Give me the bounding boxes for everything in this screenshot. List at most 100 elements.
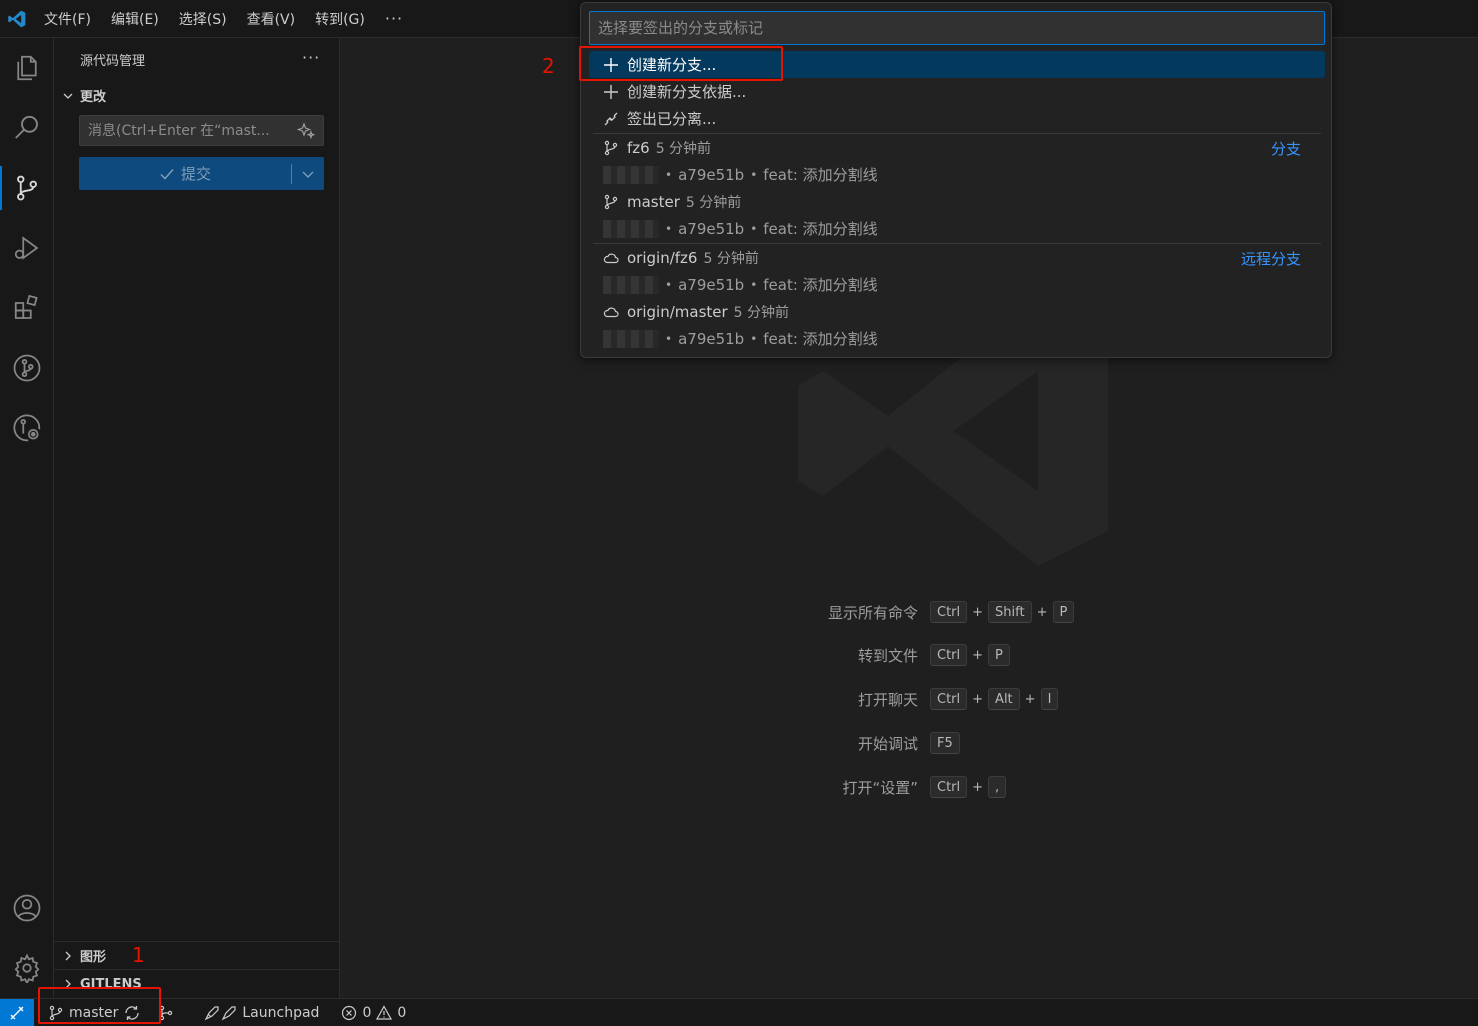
debug-disconnect-icon — [604, 112, 618, 125]
quick-pick-input[interactable] — [598, 19, 1298, 37]
error-icon — [342, 1005, 357, 1020]
branch-time: 5 分钟前 — [685, 195, 742, 211]
commit-hash: a79e51b — [678, 219, 745, 238]
cloud-icon — [603, 307, 619, 318]
branch-time: 5 分钟前 — [733, 305, 790, 321]
check-icon — [160, 168, 174, 180]
warning-icon — [376, 1004, 393, 1020]
shortcut-label: 打开聊天 — [857, 690, 918, 709]
redacted-author — [603, 165, 659, 184]
commit-hash: a79e51b — [678, 165, 745, 184]
branch-name: master — [627, 193, 680, 211]
commit-message: feat: 添加分割线 — [763, 166, 878, 184]
rocket-icon — [205, 1005, 236, 1020]
key: Ctrl — [930, 644, 968, 666]
changes-section-header[interactable]: 更改 — [60, 86, 106, 105]
chevron-right-icon — [65, 951, 71, 960]
source-control-icon[interactable] — [0, 160, 54, 216]
key: I — [1040, 688, 1059, 710]
commit-message-input[interactable] — [88, 122, 288, 139]
shortcut-label: 开始调试 — [857, 734, 918, 753]
git-branch-icon — [604, 140, 618, 156]
search-icon[interactable] — [0, 100, 54, 156]
shortcut-keys: F5 — [930, 732, 960, 754]
run-debug-icon[interactable] — [0, 220, 54, 276]
problems-status-item[interactable]: 0 0 — [333, 999, 414, 1026]
menu-view[interactable]: 查看(V) — [237, 0, 306, 38]
shortcut-row: 打开聊天 Ctrl + Alt + I — [340, 687, 1478, 711]
shortcut-keys: Ctrl + P — [930, 644, 1010, 666]
commit-message-input-box[interactable] — [79, 115, 324, 146]
key: F5 — [930, 732, 960, 754]
sidebar-title: 源代码管理 — [80, 54, 146, 69]
branch-time: 5 分钟前 — [655, 141, 712, 157]
gitlens-icon[interactable] — [0, 340, 54, 396]
sparkle-icon[interactable] — [296, 122, 316, 144]
checkout-detached-label: 签出已分离... — [627, 110, 717, 128]
explorer-icon[interactable] — [0, 40, 54, 96]
shortcut-row: 显示所有命令 Ctrl + Shift + P — [340, 600, 1478, 624]
branch-item-master[interactable]: master 5 分钟前 — [589, 188, 1325, 216]
key: Ctrl — [930, 688, 968, 710]
commit-dropdown-button[interactable] — [292, 157, 324, 190]
vscode-logo-icon — [0, 0, 34, 38]
remote-branch-item-origin-fz6[interactable]: origin/fz6 5 分钟前 远程分支 — [589, 244, 1325, 272]
cloud-icon — [603, 253, 619, 264]
key: Ctrl — [930, 776, 968, 798]
annotation-highlight-create-branch — [579, 46, 783, 81]
activity-bar — [0, 38, 54, 998]
annotation-highlight-branch-status — [38, 987, 161, 1024]
branch-group-label: 分支 — [1270, 139, 1301, 158]
plus-icon — [604, 84, 618, 99]
commit-message: feat: 添加分割线 — [763, 220, 878, 238]
bullet: • — [750, 277, 758, 292]
shortcut-row: 开始调试 F5 — [340, 731, 1478, 755]
create-branch-from-item[interactable]: 创建新分支依据... — [589, 78, 1325, 105]
shortcut-keys: Ctrl + , — [930, 776, 1007, 798]
commit-button-group: 提交 — [79, 157, 324, 190]
key: Ctrl — [930, 601, 968, 623]
menu-more-button[interactable]: ··· — [375, 0, 413, 38]
graph-section-header[interactable]: 图形 1 — [54, 941, 339, 969]
bullet: • — [750, 331, 758, 346]
remote-group-label: 远程分支 — [1240, 249, 1301, 268]
annotation-number-two: 2 — [542, 54, 555, 78]
quick-pick-input-box[interactable] — [589, 11, 1325, 45]
bullet: • — [665, 331, 673, 346]
changes-label: 更改 — [80, 90, 107, 105]
sidebar-more-button[interactable]: ··· — [302, 48, 320, 67]
key: Alt — [988, 688, 1020, 710]
branch-time: 5 分钟前 — [703, 251, 759, 267]
gitlens-inspect-icon[interactable] — [0, 400, 54, 456]
commit-message: feat: 添加分割线 — [763, 276, 878, 294]
remote-branch-item-origin-master[interactable]: origin/master 5 分钟前 — [589, 298, 1325, 326]
create-branch-from-label: 创建新分支依据... — [627, 83, 747, 101]
menu-go[interactable]: 转到(G) — [305, 0, 375, 38]
chevron-down-icon — [302, 171, 314, 178]
bullet: • — [665, 167, 673, 182]
branch-item-fz6[interactable]: fz6 5 分钟前 分支 — [589, 134, 1325, 162]
branch-detail: • a79e51b • feat: 添加分割线 — [603, 328, 878, 349]
menu-edit[interactable]: 编辑(E) — [101, 0, 169, 38]
shortcut-row: 打开“设置” Ctrl + , — [340, 775, 1478, 799]
accounts-icon[interactable] — [0, 880, 54, 936]
redacted-author — [603, 219, 659, 238]
launchpad-status-item[interactable]: Launchpad — [195, 999, 327, 1026]
branch-name: fz6 — [627, 139, 650, 157]
remote-indicator-icon[interactable] — [0, 998, 34, 1026]
commit-button[interactable]: 提交 — [79, 157, 291, 190]
extensions-icon[interactable] — [0, 280, 54, 336]
branch-detail: • a79e51b • feat: 添加分割线 — [603, 164, 878, 185]
bullet: • — [750, 167, 758, 182]
menu-file[interactable]: 文件(F) — [34, 0, 101, 38]
shortcut-label: 显示所有命令 — [827, 603, 918, 622]
shortcut-label: 转到文件 — [857, 646, 918, 665]
menu-selection[interactable]: 选择(S) — [169, 0, 237, 38]
shortcut-label: 打开“设置” — [842, 778, 918, 797]
redacted-author — [603, 275, 659, 294]
git-branch-icon — [604, 194, 618, 210]
annotation-number-one: 1 — [132, 943, 145, 967]
bullet: • — [750, 221, 758, 236]
checkout-detached-item[interactable]: 签出已分离... — [589, 105, 1325, 132]
bullet: • — [665, 221, 673, 236]
